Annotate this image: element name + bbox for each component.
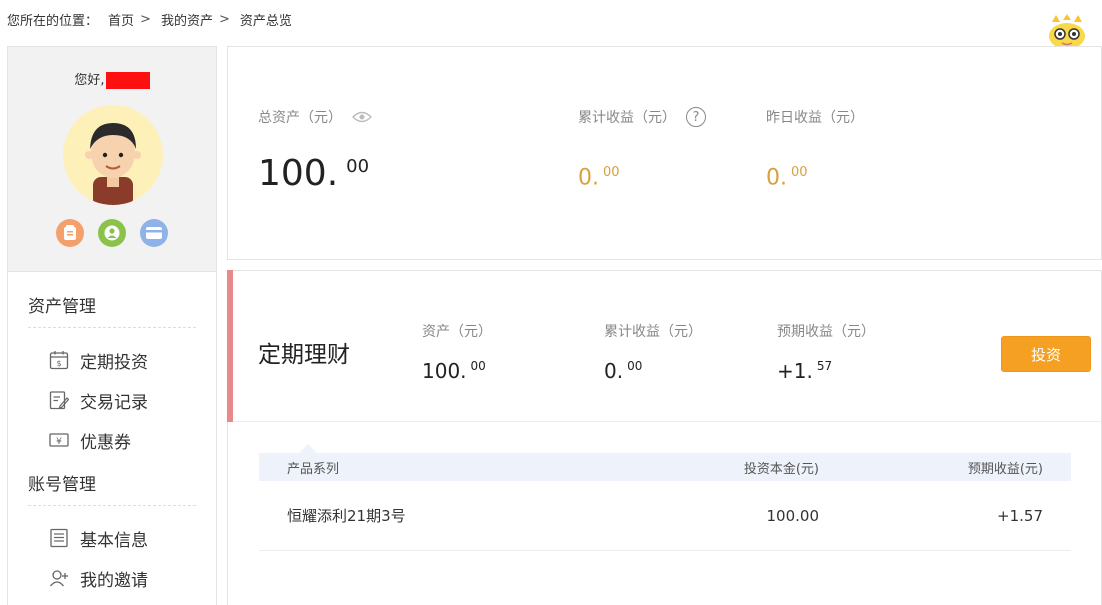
eye-icon[interactable]	[352, 110, 372, 124]
fixed-term-product-card: 定期理财 资产（元） 100. 00 累计收益（元） 0. 00 预期收益（元） +…	[227, 270, 1102, 605]
table-row[interactable]: 恒耀添利21期3号 100.00 +1.57	[259, 481, 1071, 551]
invite-user-icon	[48, 567, 70, 589]
product-table: 产品系列 投资本金(元) 预期收益(元) 恒耀添利21期3号 100.00 +1…	[259, 444, 1071, 551]
cumulative-income-value: 0. 00	[578, 165, 620, 191]
breadcrumb: 您所在的位置： 首页 > 我的资产 > 资产总览	[7, 10, 292, 29]
total-assets-value: 100. 00	[258, 153, 370, 194]
breadcrumb-separator: >	[140, 12, 151, 27]
cell-principal: 100.00	[766, 506, 820, 525]
product-assets-value: 100. 00	[422, 359, 486, 383]
question-icon[interactable]: ?	[686, 107, 706, 127]
menu-title-asset-management: 资产管理	[28, 272, 196, 328]
yesterday-income: 昨日收益（元） 0. 00	[766, 107, 864, 190]
yesterday-income-label: 昨日收益（元）	[766, 110, 864, 126]
sidebar-item-label: 我的邀请	[80, 570, 148, 591]
sidebar: 您好, 资产管理 $ 定期投资 交易记录 ¥ 优惠券 账号管理 基本信息 我的邀…	[7, 46, 217, 605]
menu-title-account-management: 账号管理	[28, 460, 196, 506]
breadcrumb-home-link[interactable]: 首页	[108, 10, 134, 29]
cell-product-series[interactable]: 恒耀添利21期3号	[259, 505, 589, 526]
table-pointer	[299, 444, 317, 453]
breadcrumb-prefix: 您所在的位置：	[7, 14, 99, 29]
greeting: 您好,	[8, 69, 216, 89]
svg-text:¥: ¥	[56, 437, 62, 447]
wallet-icon[interactable]	[56, 219, 84, 247]
sidebar-item-basic-info[interactable]: 基本信息	[28, 518, 196, 558]
sidebar-item-label: 优惠券	[80, 432, 131, 453]
product-assets-label: 资产（元）	[422, 324, 492, 340]
cell-expected-income: +1.57	[997, 506, 1043, 525]
product-name: 定期理财	[258, 342, 350, 368]
product-expected-label: 预期收益（元）	[777, 324, 875, 340]
product-assets: 资产（元） 100. 00	[422, 321, 492, 383]
breadcrumb-my-assets-link[interactable]: 我的资产	[161, 10, 213, 29]
yesterday-income-value: 0. 00	[766, 165, 808, 191]
product-expected-income: 预期收益（元） +1. 57	[777, 321, 875, 383]
edit-record-icon	[48, 389, 70, 411]
avatar[interactable]	[63, 105, 163, 205]
quick-icons	[56, 219, 168, 247]
sidebar-item-label: 定期投资	[80, 352, 148, 373]
table-header-expected: 预期收益(元)	[967, 461, 1043, 477]
invest-button[interactable]: 投资	[1001, 336, 1091, 372]
asset-summary-panel: 总资产（元） 100. 00 累计收益（元） ? 0. 00 昨日收益（元） 0. 0…	[227, 46, 1102, 260]
profile-panel: 您好,	[8, 47, 216, 272]
total-assets: 总资产（元） 100. 00	[258, 107, 372, 194]
sidebar-item-label: 交易记录	[80, 392, 148, 413]
sidebar-item-transaction-records[interactable]: 交易记录	[28, 380, 196, 420]
svg-text:$: $	[56, 359, 61, 368]
sidebar-item-coupons[interactable]: ¥ 优惠券	[28, 420, 196, 460]
sidebar-item-my-invites[interactable]: 我的邀请	[28, 558, 196, 598]
coupon-icon: ¥	[48, 429, 70, 451]
product-expected-value: +1. 57	[777, 359, 833, 383]
product-cumulative-income: 累计收益（元） 0. 00	[604, 321, 702, 383]
sidebar-item-fixed-investment[interactable]: $ 定期投资	[28, 340, 196, 380]
menu-account-management: 账号管理 基本信息 我的邀请	[8, 460, 216, 598]
table-header-principal: 投资本金(元)	[743, 461, 819, 477]
table-header-series: 产品系列	[287, 461, 340, 477]
total-assets-label: 总资产（元）	[258, 110, 342, 126]
table-header: 产品系列 投资本金(元) 预期收益(元)	[259, 453, 1071, 481]
accent-bar	[227, 270, 233, 422]
cumulative-income: 累计收益（元） ? 0. 00	[578, 107, 706, 190]
redacted-username	[105, 72, 150, 89]
mascot-icon[interactable]	[1046, 14, 1088, 50]
user-icon[interactable]	[98, 219, 126, 247]
breadcrumb-separator: >	[218, 12, 230, 27]
document-list-icon	[48, 527, 70, 549]
product-cumulative-value: 0. 00	[604, 359, 643, 383]
bank-card-icon[interactable]	[140, 219, 168, 247]
greeting-text: 您好,	[74, 73, 105, 88]
product-header: 定期理财 资产（元） 100. 00 累计收益（元） 0. 00 预期收益（元） +…	[227, 270, 1101, 422]
cumulative-income-label: 累计收益（元）	[578, 110, 676, 126]
product-cumulative-label: 累计收益（元）	[604, 324, 702, 340]
calendar-money-icon: $	[48, 349, 70, 371]
sidebar-item-label: 基本信息	[80, 530, 148, 551]
breadcrumb-current: 资产总览	[239, 14, 292, 29]
menu-asset-management: 资产管理 $ 定期投资 交易记录 ¥ 优惠券	[8, 272, 216, 460]
